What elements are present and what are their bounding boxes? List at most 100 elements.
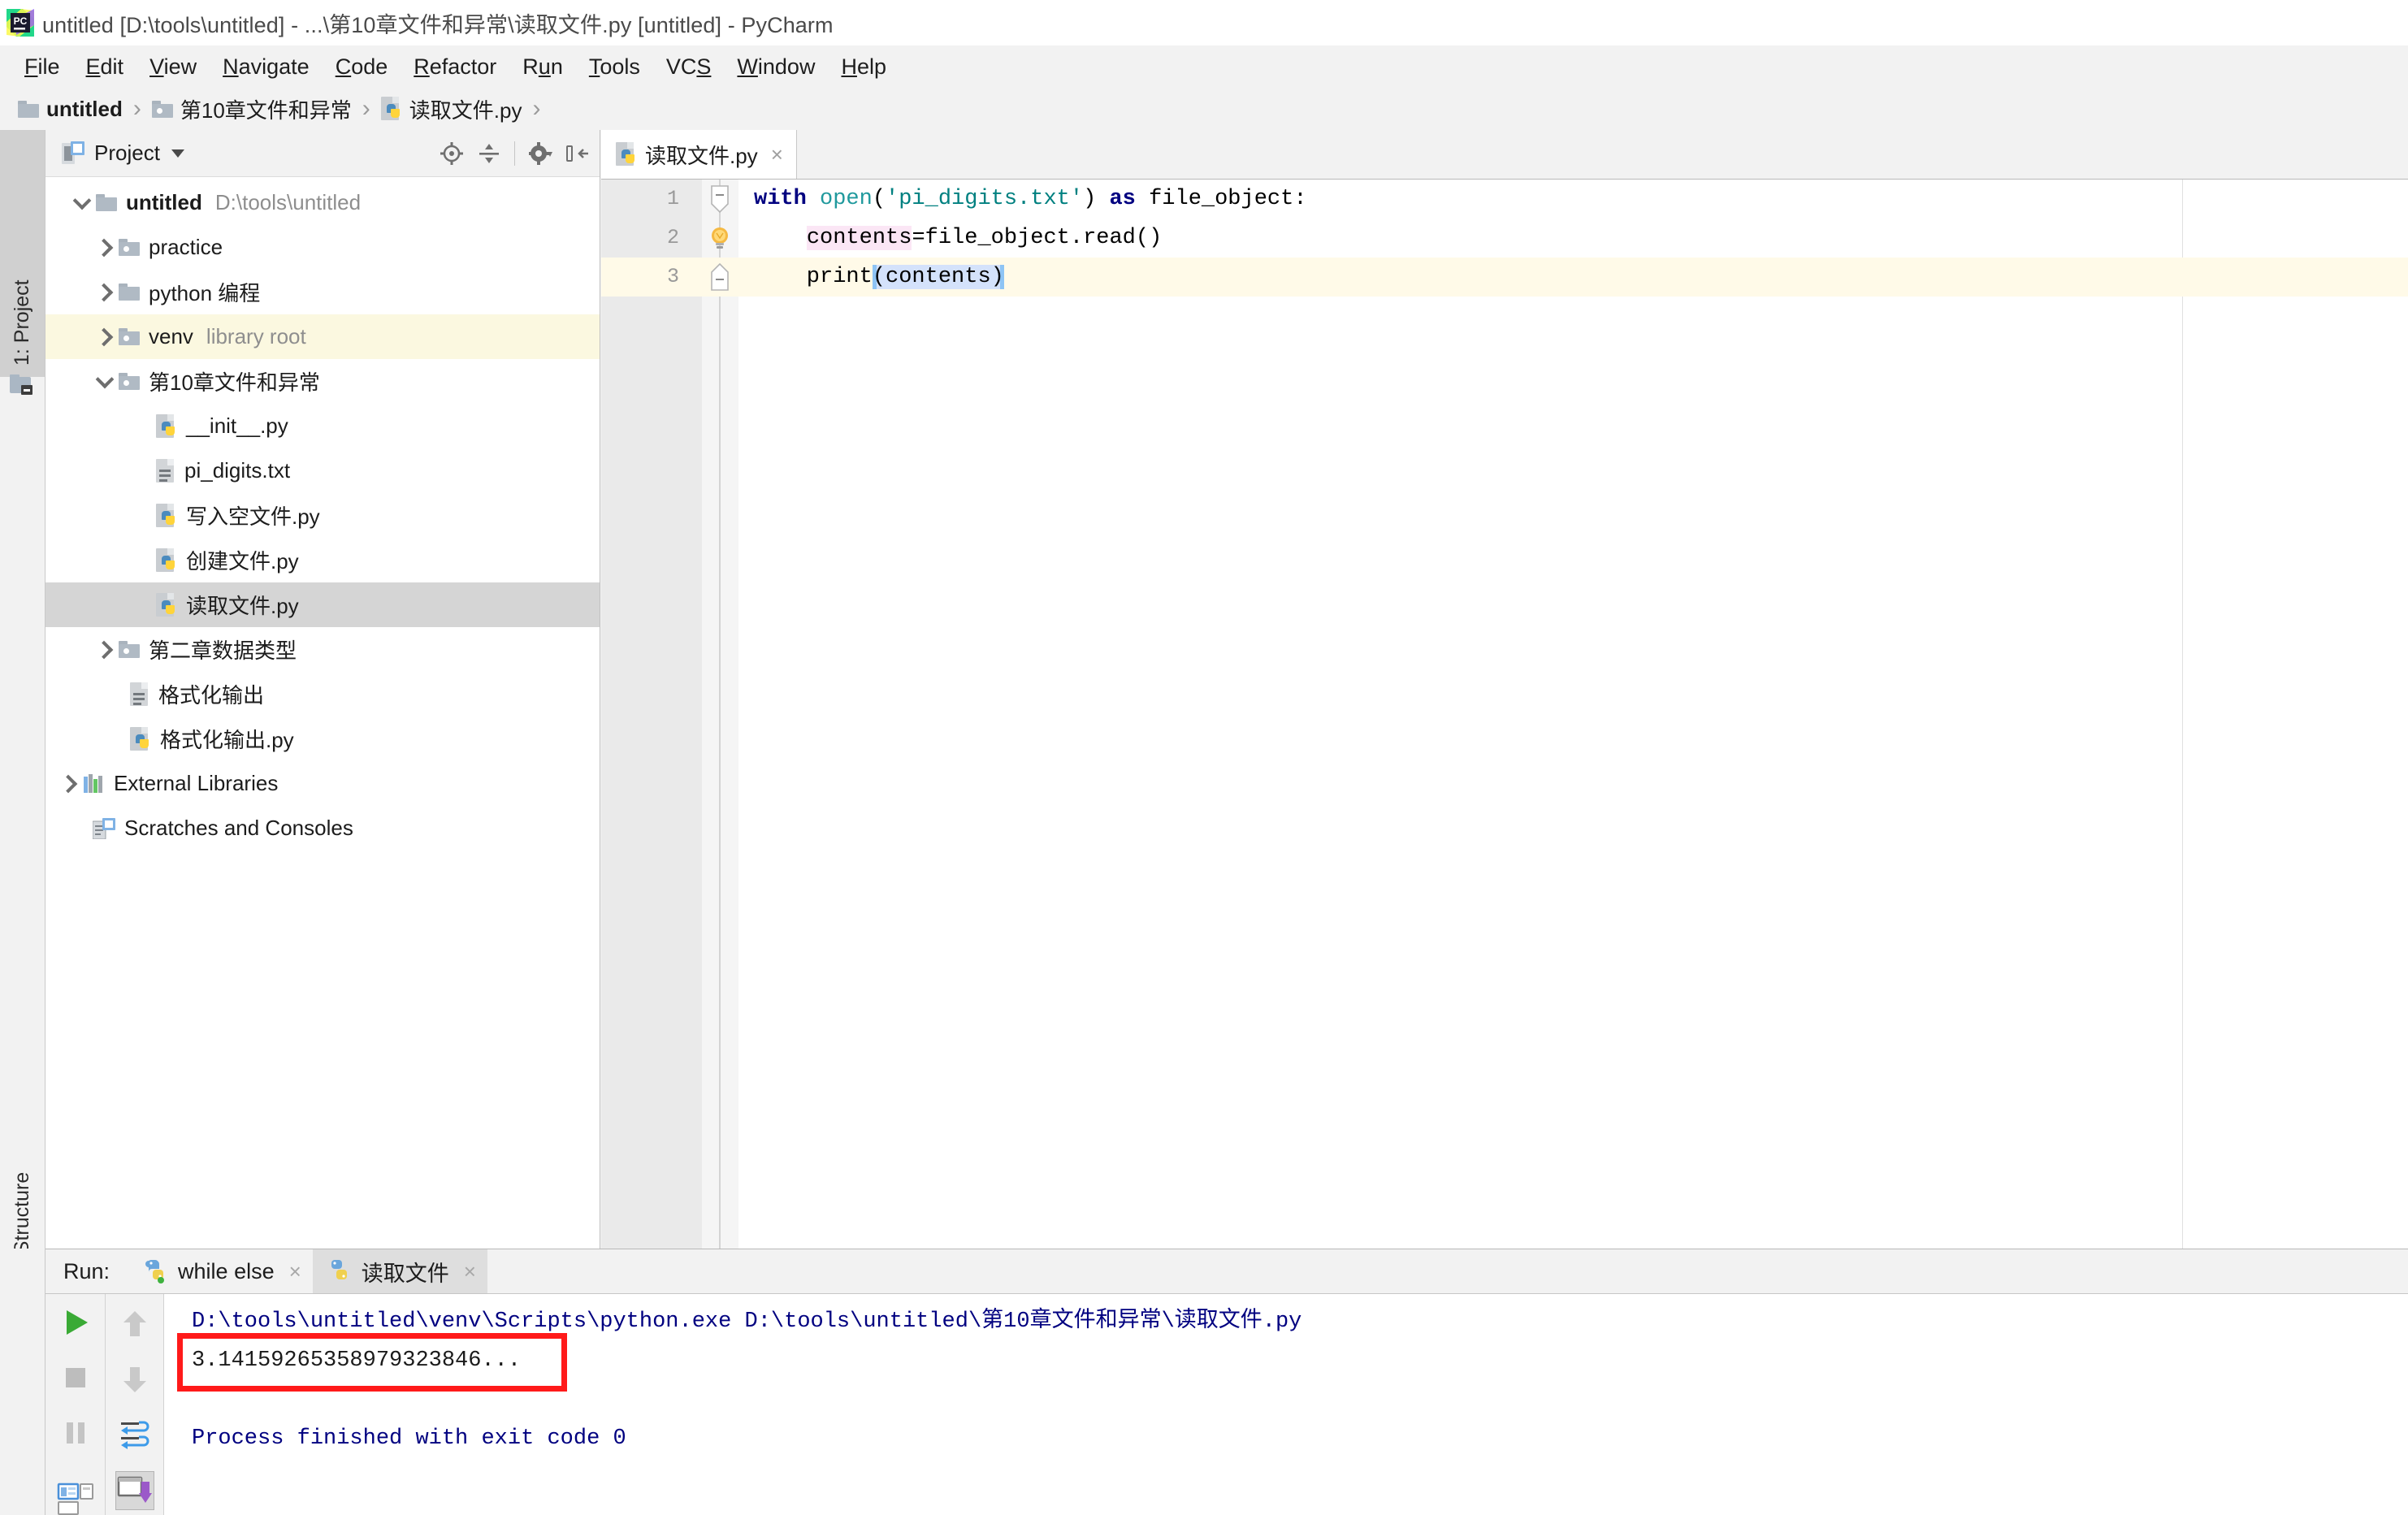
close-icon[interactable]: ×: [771, 144, 783, 165]
chevron-right-icon[interactable]: [91, 241, 119, 254]
down-arrow-icon[interactable]: [116, 1361, 154, 1398]
folder-icon: [119, 641, 140, 658]
breadcrumb: untitled › 第10章文件和异常 › 读取文件.py ›: [0, 88, 2408, 130]
menu-file[interactable]: File: [11, 52, 73, 82]
code-text: print(contents): [754, 258, 1004, 297]
editor-tab-read-file-py[interactable]: 读取文件.py ×: [601, 130, 797, 179]
menu-run[interactable]: Run: [509, 52, 576, 82]
close-icon[interactable]: ×: [289, 1261, 301, 1282]
python-file-icon: [616, 142, 637, 167]
breadcrumb-item-untitled[interactable]: untitled: [18, 97, 123, 122]
code-text: with open('pi_digits.txt') as file_objec…: [754, 180, 1307, 219]
breadcrumb-item-file[interactable]: 读取文件.py: [381, 94, 522, 124]
menu-tools[interactable]: Tools: [576, 52, 653, 82]
window-title: untitled [D:\tools\untitled] - ...\第10章文…: [42, 7, 834, 39]
menu-refactor[interactable]: Refactor: [401, 52, 509, 82]
run-console[interactable]: D:\tools\untitled\venv\Scripts\python.ex…: [164, 1294, 2408, 1515]
tree-row-format-output-py[interactable]: 格式化输出.py: [45, 716, 600, 761]
menu-navigate[interactable]: Navigate: [210, 52, 323, 82]
run-tab-read-file[interactable]: 读取文件 ×: [313, 1249, 487, 1293]
breadcrumb-separator: ›: [532, 95, 540, 123]
folder-icon: [119, 239, 140, 256]
sidebar-tab-label: 1: Project: [11, 279, 34, 366]
tree-row-python-bian-cheng[interactable]: python 编程: [45, 270, 600, 314]
sidebar-tab-project[interactable]: 1: Project: [0, 130, 45, 377]
run-icon[interactable]: [57, 1304, 94, 1341]
tree-row-write-empty-file-py[interactable]: 写入空文件.py: [45, 493, 600, 538]
tree-row-read-file-py[interactable]: 读取文件.py: [45, 582, 600, 627]
stop-icon[interactable]: [57, 1359, 94, 1396]
scroll-to-end-icon[interactable]: [115, 1471, 154, 1510]
project-tree: untitled D:\tools\untitled practice pyth…: [45, 177, 600, 851]
chevron-down-icon[interactable]: [171, 149, 184, 158]
intention-bulb-icon[interactable]: [706, 225, 734, 253]
run-tab-label: 读取文件: [362, 1256, 449, 1288]
tree-row-chapter2[interactable]: 第二章数据类型: [45, 627, 600, 672]
text-file-icon: [156, 459, 175, 483]
menu-help[interactable]: Help: [828, 52, 899, 82]
run-tab-label: while else: [178, 1259, 275, 1284]
breadcrumb-label: untitled: [46, 97, 123, 122]
tree-row-pi-digits-txt[interactable]: pi_digits.txt: [45, 448, 600, 493]
menu-window[interactable]: Window: [724, 52, 828, 82]
tree-row-external-libraries[interactable]: External Libraries: [45, 761, 600, 806]
tree-row-format-output[interactable]: 格式化输出: [45, 672, 600, 716]
folder-icon: [119, 373, 140, 390]
tree-row-chapter10[interactable]: 第10章文件和异常: [45, 359, 600, 404]
folder-icon: [152, 101, 173, 118]
code-line-3[interactable]: 3 print(contents): [601, 258, 2408, 297]
tree-row-venv[interactable]: venv library root: [45, 314, 600, 359]
python-run-icon: [144, 1258, 168, 1284]
chevron-right-icon[interactable]: [91, 286, 119, 299]
python-file-icon: [156, 414, 177, 439]
menu-code[interactable]: Code: [323, 52, 401, 82]
code-editor[interactable]: 1 with open('pi_digits.txt') as file_obj…: [601, 180, 2408, 1249]
run-tab-while-else[interactable]: while else ×: [129, 1249, 313, 1293]
menu-vcs[interactable]: VCS: [653, 52, 725, 82]
tree-row-create-file-py[interactable]: 创建文件.py: [45, 538, 600, 582]
fold-marker-end-icon[interactable]: [708, 262, 731, 290]
python-file-icon: [156, 593, 177, 617]
tree-row-init-py[interactable]: __init__.py: [45, 404, 600, 448]
hide-icon[interactable]: [565, 141, 590, 166]
scratches-icon: [93, 818, 115, 839]
editor-area: 读取文件.py × 1 wit: [601, 130, 2408, 1249]
layout-icon[interactable]: [57, 1483, 94, 1515]
run-panel-label: Run:: [45, 1249, 129, 1293]
chevron-right-icon[interactable]: [55, 777, 83, 790]
folder-icon: [18, 101, 39, 118]
chevron-right-icon[interactable]: [91, 643, 119, 656]
breadcrumb-item-chapter[interactable]: 第10章文件和异常: [152, 94, 352, 124]
up-arrow-icon[interactable]: [116, 1305, 154, 1343]
code-line-2[interactable]: 2 contents=file_object.read(): [601, 219, 2408, 258]
tree-row-scratches-and-consoles[interactable]: Scratches and Consoles: [45, 806, 600, 851]
svg-text:PC: PC: [14, 15, 28, 27]
tree-item-label: 第二章数据类型: [149, 634, 297, 664]
line-number: 1: [601, 180, 679, 219]
run-panel-body: D:\tools\untitled\venv\Scripts\python.ex…: [45, 1294, 2408, 1515]
close-icon[interactable]: ×: [464, 1261, 476, 1282]
fold-marker-start-icon[interactable]: [708, 184, 731, 212]
code-line-1[interactable]: 1 with open('pi_digits.txt') as file_obj…: [601, 180, 2408, 219]
run-toolbar-secondary: [106, 1294, 164, 1515]
menu-edit[interactable]: Edit: [73, 52, 137, 82]
menu-view[interactable]: View: [136, 52, 210, 82]
folder-icon: [96, 194, 117, 211]
pause-icon[interactable]: [57, 1414, 94, 1452]
toolbar-divider: [514, 141, 515, 166]
soft-wrap-icon[interactable]: [116, 1416, 154, 1453]
chevron-down-icon[interactable]: [91, 377, 119, 386]
chevron-down-icon[interactable]: [68, 198, 96, 207]
chevron-right-icon[interactable]: [91, 331, 119, 344]
pycharm-logo-icon: PC: [5, 7, 36, 38]
tree-item-label: practice: [149, 235, 223, 260]
console-line-command: D:\tools\untitled\venv\Scripts\python.ex…: [164, 1302, 2408, 1341]
tree-row-untitled[interactable]: untitled D:\tools\untitled: [45, 180, 600, 225]
gear-icon[interactable]: [528, 141, 552, 166]
tree-row-practice[interactable]: practice: [45, 225, 600, 270]
collapse-all-icon[interactable]: [477, 141, 501, 166]
tree-item-label: python 编程: [149, 277, 260, 307]
locate-icon[interactable]: [440, 141, 464, 166]
tree-item-label: 读取文件.py: [186, 590, 299, 620]
breadcrumb-separator: ›: [133, 95, 141, 123]
